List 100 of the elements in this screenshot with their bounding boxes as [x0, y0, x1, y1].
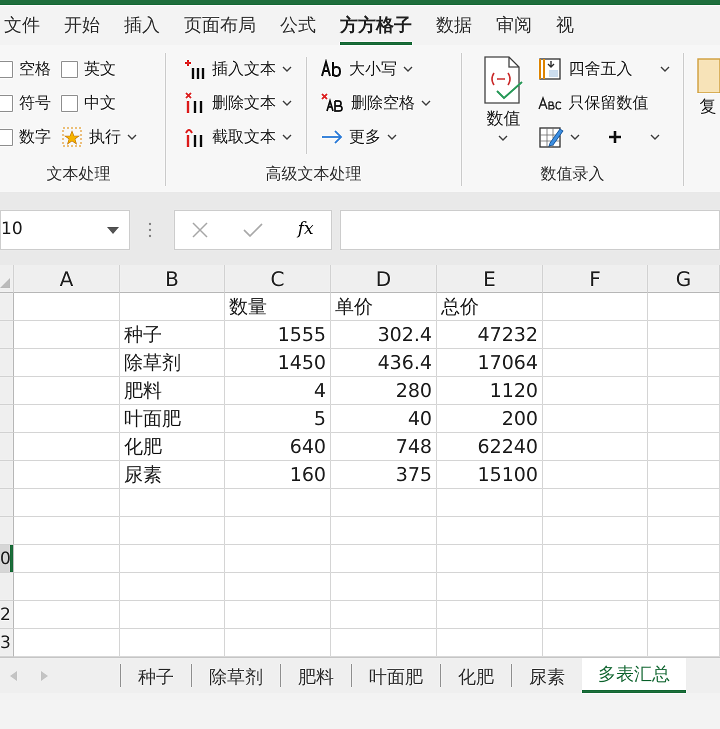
table-cell[interactable] — [14, 405, 120, 433]
table-cell[interactable] — [543, 545, 648, 573]
table-cell[interactable] — [543, 489, 648, 517]
ribbon-tab[interactable]: 视 — [544, 5, 586, 45]
table-cell[interactable] — [543, 517, 648, 545]
table-cell[interactable] — [120, 517, 225, 545]
table-cell[interactable]: 总价 — [437, 293, 543, 321]
checkbox[interactable] — [0, 94, 13, 112]
table-cell[interactable] — [14, 601, 120, 629]
command-button[interactable]: 删除空格 — [320, 89, 431, 117]
table-cell[interactable] — [543, 573, 648, 601]
row-header[interactable] — [0, 349, 14, 377]
table-cell[interactable] — [225, 545, 331, 573]
sheet-tab[interactable]: 叶面肥 — [351, 664, 440, 687]
sheet-tab[interactable]: 种子 — [120, 664, 191, 687]
table-cell[interactable] — [14, 489, 120, 517]
table-cell[interactable]: 尿素 — [120, 461, 225, 489]
row-header[interactable] — [0, 433, 14, 461]
checkbox[interactable] — [0, 60, 13, 78]
table-cell[interactable]: 肥料 — [120, 377, 225, 405]
table-cell[interactable] — [14, 433, 120, 461]
checkbox[interactable] — [61, 60, 78, 78]
table-cell[interactable]: 200 — [437, 405, 543, 433]
sheet-tab[interactable]: 除草剂 — [191, 664, 280, 687]
table-cell[interactable]: 单价 — [331, 293, 437, 321]
row-header[interactable] — [0, 377, 14, 405]
column-header[interactable]: C — [225, 265, 331, 293]
table-cell[interactable] — [120, 545, 225, 573]
table-cell[interactable] — [331, 489, 437, 517]
table-cell[interactable] — [543, 405, 648, 433]
table-cell[interactable]: 748 — [331, 433, 437, 461]
row-header[interactable] — [0, 517, 14, 545]
table-cell[interactable] — [14, 321, 120, 349]
table-cell[interactable] — [437, 489, 543, 517]
table-cell[interactable] — [225, 517, 331, 545]
table-cell[interactable] — [14, 517, 120, 545]
sheet-tab[interactable]: 肥料 — [280, 664, 351, 687]
table-cell[interactable]: 47232 — [437, 321, 543, 349]
number-button[interactable]: 数值 — [482, 55, 524, 162]
table-cell[interactable] — [120, 489, 225, 517]
row-header[interactable] — [0, 573, 14, 601]
command-button[interactable]: 四舍五入 — [538, 55, 670, 83]
table-cell[interactable] — [543, 321, 648, 349]
sheet-tab[interactable]: 化肥 — [440, 664, 511, 687]
row-header[interactable] — [0, 293, 14, 321]
ribbon-tab[interactable]: 方方格子 — [328, 5, 424, 45]
table-cell[interactable]: 17064 — [437, 349, 543, 377]
copy-button[interactable]: 复 — [696, 53, 720, 120]
table-cell[interactable] — [648, 545, 720, 573]
command-button[interactable]: 删除文本 — [184, 89, 292, 117]
table-cell[interactable] — [120, 629, 225, 657]
row-header[interactable]: 0 — [0, 545, 14, 573]
name-box[interactable]: 10 — [0, 210, 130, 250]
row-header[interactable] — [0, 461, 14, 489]
table-cell[interactable]: 160 — [225, 461, 331, 489]
table-cell[interactable] — [543, 293, 648, 321]
run-button[interactable]: 执行 — [61, 123, 137, 151]
column-header[interactable]: A — [14, 265, 120, 293]
table-cell[interactable]: 4 — [225, 377, 331, 405]
table-cell[interactable] — [225, 629, 331, 657]
column-header[interactable]: G — [648, 265, 720, 293]
checkbox[interactable] — [0, 128, 13, 146]
row-header[interactable]: 3 — [0, 629, 14, 657]
table-cell[interactable] — [14, 377, 120, 405]
row-header[interactable]: 2 — [0, 601, 14, 629]
ribbon-tab[interactable]: 开始 — [52, 5, 112, 45]
table-cell[interactable] — [437, 517, 543, 545]
table-cell[interactable]: 302.4 — [331, 321, 437, 349]
select-all-corner[interactable] — [0, 265, 14, 293]
ribbon-tab[interactable]: 公式 — [268, 5, 328, 45]
table-cell[interactable] — [14, 545, 120, 573]
formula-input[interactable] — [340, 210, 720, 250]
table-cell[interactable] — [331, 573, 437, 601]
table-cell[interactable]: 1120 — [437, 377, 543, 405]
table-cell[interactable] — [648, 461, 720, 489]
table-cell[interactable]: 375 — [331, 461, 437, 489]
ribbon-tab[interactable]: 插入 — [112, 5, 172, 45]
table-cell[interactable] — [437, 545, 543, 573]
checkbox[interactable] — [61, 94, 78, 112]
table-cell[interactable] — [648, 349, 720, 377]
table-cell[interactable] — [648, 321, 720, 349]
table-cell[interactable] — [437, 601, 543, 629]
table-cell[interactable] — [331, 517, 437, 545]
table-cell[interactable]: 除草剂 — [120, 349, 225, 377]
table-cell[interactable] — [120, 293, 225, 321]
row-header[interactable] — [0, 405, 14, 433]
table-cell[interactable] — [14, 573, 120, 601]
table-cell[interactable] — [648, 293, 720, 321]
table-cell[interactable]: 种子 — [120, 321, 225, 349]
table-cell[interactable] — [331, 629, 437, 657]
ribbon-tab[interactable]: 数据 — [424, 5, 484, 45]
insert-function-button[interactable]: fx — [298, 217, 314, 243]
ribbon-tab[interactable]: 文件 — [0, 5, 52, 45]
command-button[interactable]: 插入文本 — [184, 55, 292, 83]
table-cell[interactable]: 数量 — [225, 293, 331, 321]
table-cell[interactable] — [437, 629, 543, 657]
table-cell[interactable] — [331, 545, 437, 573]
table-cell[interactable] — [14, 461, 120, 489]
table-cell[interactable] — [120, 573, 225, 601]
table-cell[interactable] — [225, 601, 331, 629]
